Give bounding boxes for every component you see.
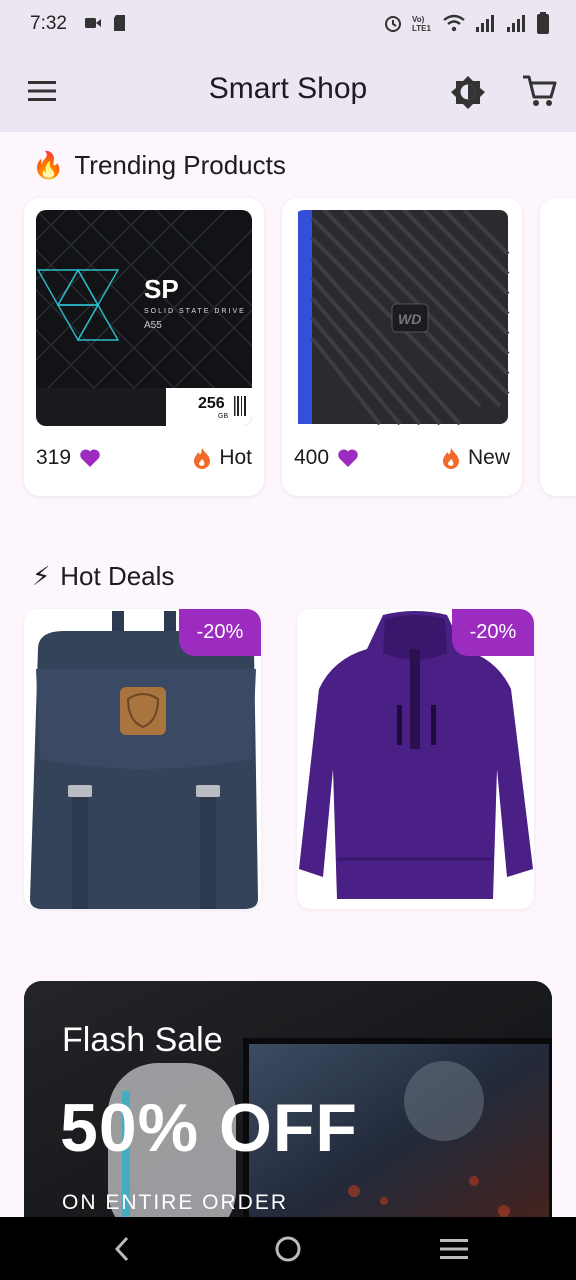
fire-icon: [194, 448, 211, 469]
home-icon[interactable]: [274, 1235, 302, 1263]
signal-icon: [507, 15, 525, 32]
brightness-icon[interactable]: [450, 74, 486, 110]
svg-text:256: 256: [198, 395, 225, 412]
volte-icon: Vo)LTE1: [412, 15, 432, 33]
wifi-icon: [443, 14, 465, 32]
svg-text:Vo): Vo): [412, 15, 425, 24]
tag-label: New: [467, 446, 510, 469]
heart-icon[interactable]: [337, 448, 359, 468]
deals-title-label: Hot Deals: [60, 561, 175, 591]
discount-badge: -20%: [179, 609, 261, 656]
product-card[interactable]: [540, 198, 576, 496]
status-badge: Hot: [193, 446, 252, 470]
flash-sale-headline: 50% OFF: [60, 1090, 358, 1166]
status-time: 7:32: [30, 13, 67, 34]
back-icon[interactable]: [112, 1236, 132, 1262]
likes-count: 319: [36, 446, 101, 470]
product-card[interactable]: WD 400 New: [282, 198, 522, 496]
video-icon: [85, 18, 101, 28]
sim-card-icon: [114, 15, 125, 31]
heart-icon[interactable]: [79, 448, 101, 468]
flash-sale-subtitle: ON ENTIRE ORDER: [62, 1191, 289, 1214]
svg-text:SP: SP: [144, 274, 179, 304]
battery-icon: [537, 12, 549, 34]
system-nav-bar: [0, 1217, 576, 1280]
app-bar: Smart Shop: [0, 48, 576, 132]
cart-icon[interactable]: [520, 72, 558, 110]
tag-label: Hot: [219, 446, 252, 469]
svg-text:WD: WD: [398, 311, 421, 327]
likes-value: 319: [36, 446, 72, 469]
lightning-icon: ⚡: [32, 561, 51, 591]
trending-title-label: Trending Products: [74, 150, 286, 180]
svg-text:LTE1: LTE1: [412, 24, 432, 33]
discount-badge: -20%: [452, 609, 534, 656]
signal-icon: [476, 15, 494, 32]
deals-section-title: ⚡ Hot Deals: [32, 561, 174, 592]
flash-sale-title: Flash Sale: [62, 1021, 223, 1059]
fire-icon: [442, 448, 459, 469]
recents-icon[interactable]: [440, 1238, 468, 1260]
flash-sale-banner[interactable]: Flash Sale 50% OFF ON ENTIRE ORDER: [24, 981, 552, 1241]
product-card[interactable]: SP SOLID STATE DRIVE A55 256 GB 319 Hot: [24, 198, 264, 496]
hdd-product-image: WD: [294, 210, 510, 426]
ssd-product-image: SP SOLID STATE DRIVE A55 256 GB: [36, 210, 252, 426]
svg-text:SOLID STATE DRIVE: SOLID STATE DRIVE: [144, 308, 246, 315]
page-title: Smart Shop: [208, 72, 368, 105]
fire-icon: 🔥: [32, 150, 65, 180]
svg-text:GB: GB: [218, 413, 228, 420]
likes-value: 400: [294, 446, 330, 469]
status-bar: 7:32 Vo) LTE1: [0, 0, 576, 48]
deal-card[interactable]: -20%: [24, 609, 261, 909]
svg-text:A55: A55: [144, 320, 162, 331]
alarm-icon: [385, 16, 401, 32]
trending-section-title: 🔥 Trending Products: [32, 150, 286, 181]
deal-card[interactable]: -20%: [297, 609, 534, 909]
status-badge: New: [442, 446, 510, 470]
likes-count: 400: [294, 446, 359, 470]
